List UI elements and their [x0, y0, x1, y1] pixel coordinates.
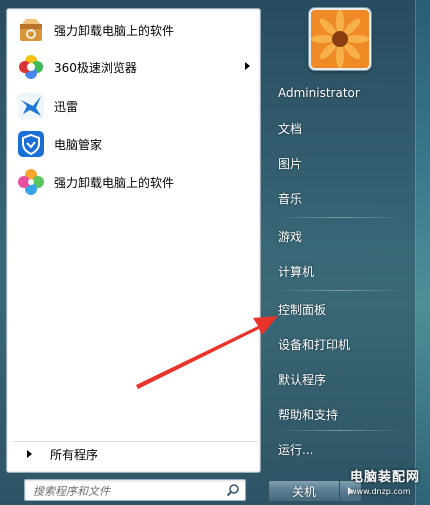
search-input[interactable]	[31, 482, 225, 500]
360-browser-icon	[16, 52, 46, 82]
menu-item-label: 运行...	[278, 442, 314, 457]
all-programs-label: 所有程序	[50, 447, 99, 462]
user-name-link[interactable]: Administrator	[270, 78, 410, 108]
watermark-url: www.dnzp.com	[350, 487, 411, 496]
search-icon[interactable]	[226, 483, 240, 497]
menu-item-help-support[interactable]: 帮助和支持	[270, 399, 410, 429]
program-item-uninstaller-2[interactable]: 强力卸载电脑上的软件	[11, 165, 256, 199]
menu-item-label: 默认程序	[278, 372, 327, 387]
program-item-360-browser[interactable]: 360极速浏览器	[11, 50, 256, 84]
watermark-title: 电脑装配网	[350, 470, 421, 485]
expand-arrow-icon	[27, 450, 32, 458]
menu-item-documents[interactable]: 文档	[270, 113, 410, 143]
start-menu: 强力卸载电脑上的软件 360极速浏览器 迅雷 电脑管家 强力卸载电脑上的软件 所…	[0, 0, 416, 505]
menu-item-label: 文档	[278, 121, 303, 136]
separator	[274, 217, 406, 218]
menu-item-label: 控制面板	[278, 302, 327, 317]
user-avatar[interactable]	[309, 8, 371, 70]
all-programs-button[interactable]: 所有程序	[13, 441, 258, 466]
programs-pane: 强力卸载电脑上的软件 360极速浏览器 迅雷 电脑管家 强力卸载电脑上的软件 所…	[6, 8, 261, 473]
menu-item-label: 音乐	[278, 191, 303, 206]
menu-item-run[interactable]: 运行...	[270, 434, 410, 464]
user-name-label: Administrator	[278, 86, 360, 100]
watermark: 电脑装配网 www.dnzp.com	[350, 466, 430, 496]
menu-item-computer[interactable]: 计算机	[270, 256, 410, 286]
program-label: 强力卸载电脑上的软件	[54, 23, 175, 38]
submenu-arrow-icon	[245, 62, 250, 70]
separator	[274, 290, 406, 291]
shutdown-label: 关机	[291, 484, 316, 499]
program-label: 电脑管家	[54, 137, 103, 152]
shutdown-button[interactable]: 关机	[269, 481, 340, 501]
menu-item-games[interactable]: 游戏	[270, 221, 410, 251]
program-item-thunder[interactable]: 迅雷	[11, 89, 256, 123]
menu-item-control-panel[interactable]: 控制面板	[270, 294, 410, 324]
shutdown-button-group: 关机	[268, 480, 362, 502]
uninstaller-box-icon	[16, 15, 46, 45]
menu-item-devices-printers[interactable]: 设备和打印机	[270, 329, 410, 359]
menu-item-label: 计算机	[278, 264, 315, 279]
flower-picture-icon	[311, 10, 369, 68]
program-label: 强力卸载电脑上的软件	[54, 175, 175, 190]
program-label: 迅雷	[54, 99, 79, 114]
program-item-pc-manager[interactable]: 电脑管家	[11, 127, 256, 161]
uninstaller-flower-icon	[16, 167, 46, 197]
menu-item-label: 设备和打印机	[278, 337, 351, 352]
search-field[interactable]	[24, 479, 246, 501]
menu-item-pictures[interactable]: 图片	[270, 148, 410, 178]
program-label: 360极速浏览器	[54, 60, 137, 75]
menu-item-music[interactable]: 音乐	[270, 183, 410, 213]
thunder-bird-icon	[16, 91, 46, 121]
menu-item-label: 游戏	[278, 229, 303, 244]
separator	[274, 430, 406, 431]
menu-item-label: 帮助和支持	[278, 407, 339, 422]
menu-item-default-programs[interactable]: 默认程序	[270, 364, 410, 394]
pc-manager-shield-icon	[16, 129, 46, 159]
menu-item-label: 图片	[278, 156, 303, 171]
program-item-uninstaller[interactable]: 强力卸载电脑上的软件	[11, 13, 256, 47]
